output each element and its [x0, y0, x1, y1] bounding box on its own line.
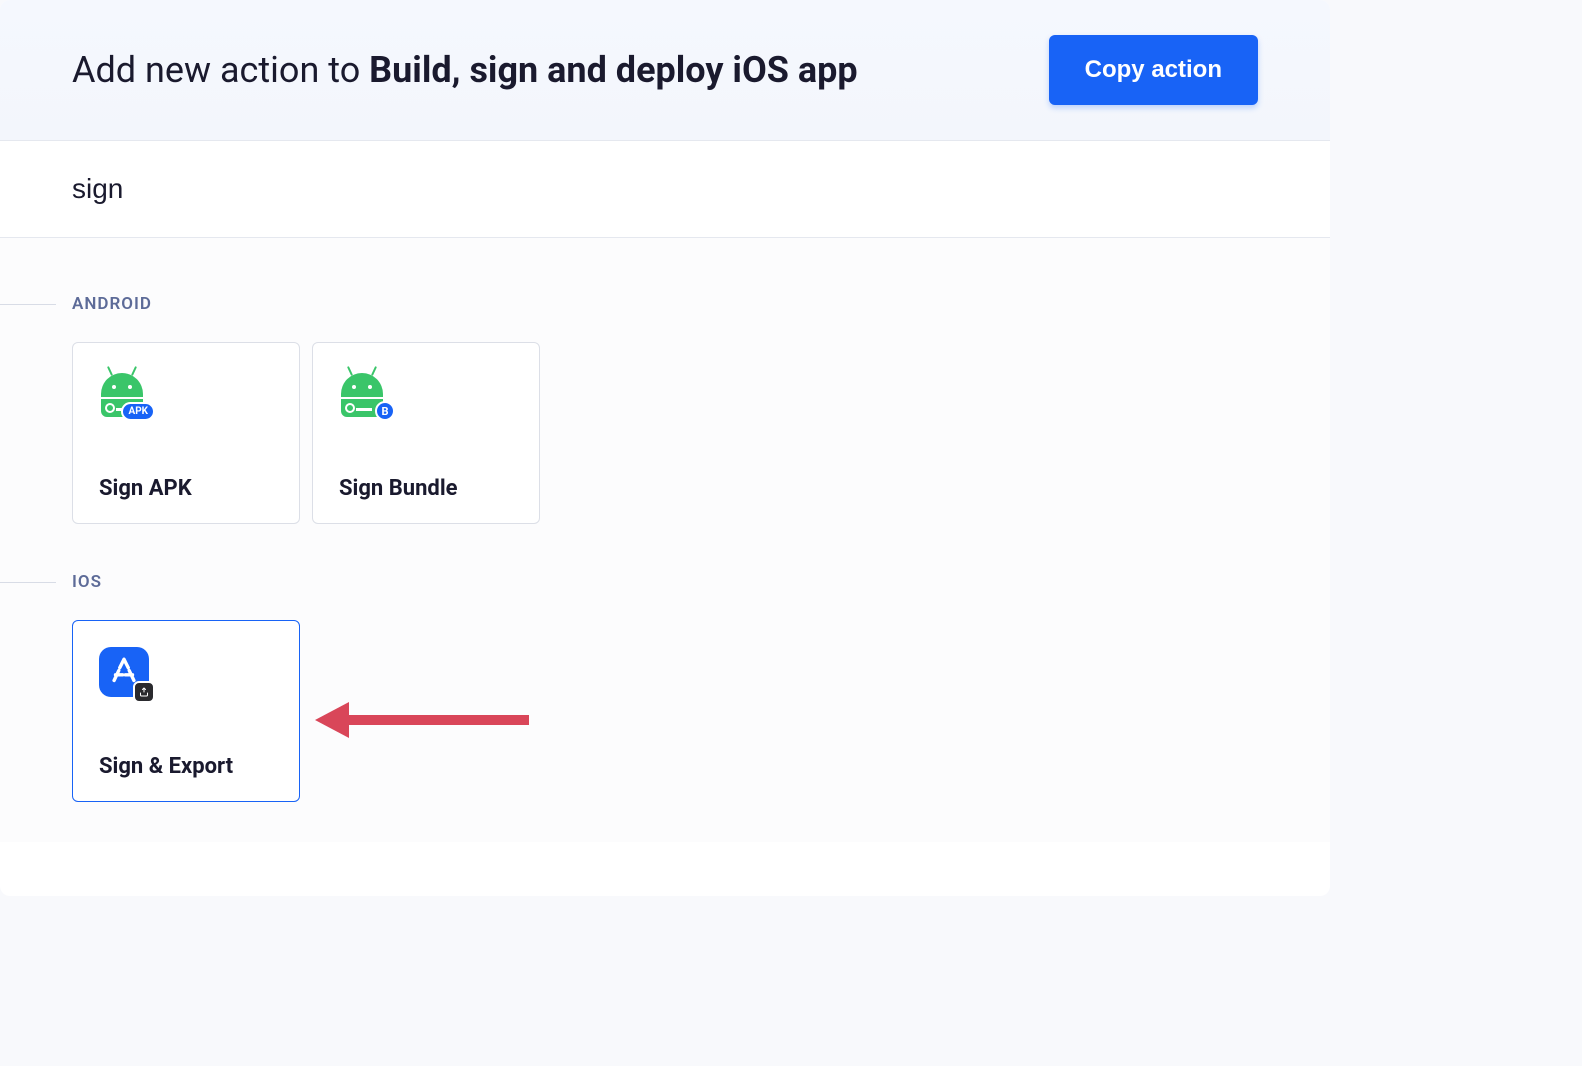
action-card-sign-apk[interactable]: APK Sign APK — [72, 342, 300, 524]
category-label-row: IOS — [72, 572, 1258, 592]
card-title: Sign & Export — [99, 754, 273, 779]
card-title: Sign APK — [99, 476, 273, 501]
action-card-sign-export[interactable]: Sign & Export — [72, 620, 300, 802]
card-title: Sign Bundle — [339, 476, 513, 501]
title-bold: Build, sign and deploy iOS app — [369, 49, 857, 91]
card-row: Sign & Export — [72, 620, 1258, 802]
apk-badge: APK — [121, 402, 155, 421]
bundle-badge: B — [375, 401, 395, 421]
category-label: IOS — [72, 572, 102, 592]
category-line — [0, 304, 56, 305]
android-apk-icon: APK — [99, 369, 153, 423]
page-header: Add new action to Build, sign and deploy… — [0, 0, 1330, 141]
page-container: Add new action to Build, sign and deploy… — [0, 0, 1330, 896]
page-title: Add new action to Build, sign and deploy… — [72, 49, 858, 91]
copy-action-button[interactable]: Copy action — [1049, 35, 1258, 105]
search-input[interactable] — [72, 173, 1258, 205]
export-badge-icon — [133, 681, 155, 703]
ios-export-icon — [99, 647, 153, 701]
card-row: APK Sign APK B Sign Bundle — [72, 342, 1258, 524]
title-prefix: Add new action to — [72, 49, 369, 91]
action-card-sign-bundle[interactable]: B Sign Bundle — [312, 342, 540, 524]
category-label: ANDROID — [72, 294, 152, 314]
annotation-arrow-icon — [315, 702, 529, 738]
category-android: ANDROID APK Sign APK — [72, 294, 1258, 524]
category-line — [0, 582, 56, 583]
category-ios: IOS — [72, 572, 1258, 802]
actions-content: ANDROID APK Sign APK — [0, 238, 1330, 842]
android-bundle-icon: B — [339, 369, 393, 423]
search-section — [0, 141, 1330, 238]
category-label-row: ANDROID — [72, 294, 1258, 314]
